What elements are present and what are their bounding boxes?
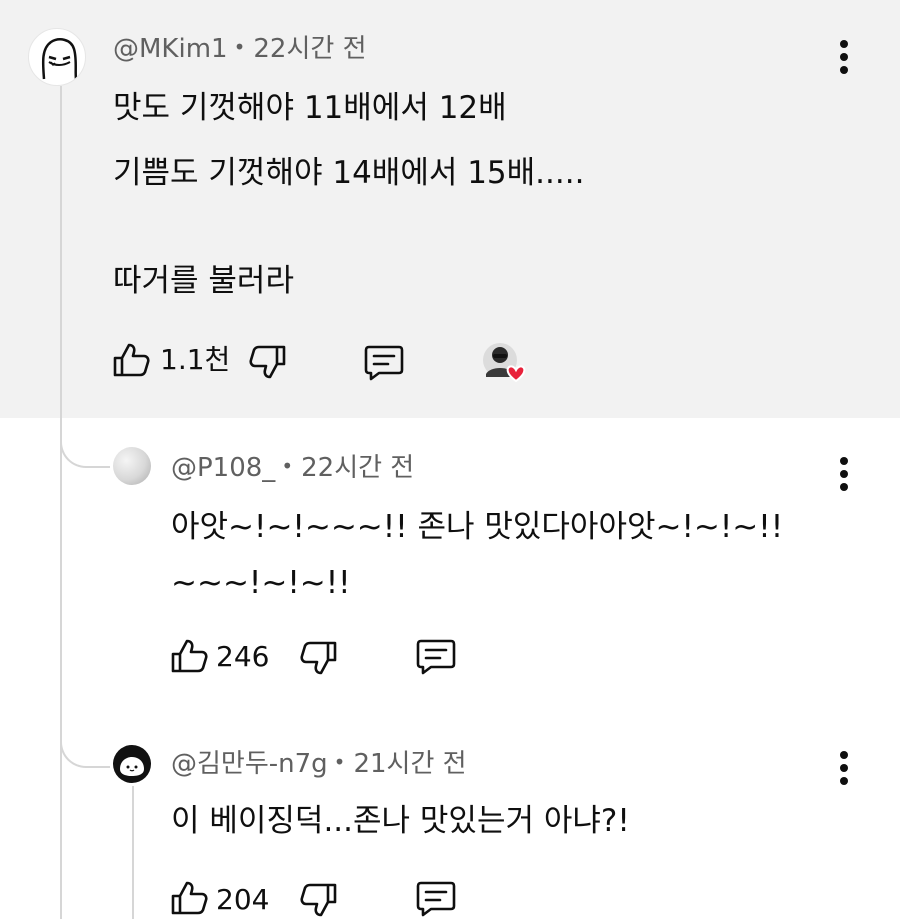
thumbs-down-icon[interactable] xyxy=(249,344,287,380)
reply-thread-line xyxy=(132,786,134,919)
author-name[interactable]: @P108_ xyxy=(171,453,275,483)
reply-text-line: 이 베이징덕...존나 맛있는거 아냐?! xyxy=(171,803,630,839)
reply-icon[interactable] xyxy=(415,880,457,918)
more-options-icon[interactable] xyxy=(834,40,854,76)
reply-meta: @P108_ • 22시간 전 xyxy=(171,455,414,481)
meta-separator: • xyxy=(233,35,246,59)
comment-meta: @MKim1 • 22시간 전 xyxy=(113,36,366,62)
thread-connector xyxy=(60,720,110,768)
thumbs-up-icon[interactable] xyxy=(112,342,150,378)
comment-text-line: 맛도 기껏해야 11배에서 12배 xyxy=(113,90,507,126)
thumbs-down-icon[interactable] xyxy=(300,640,338,676)
thread-line xyxy=(60,86,62,919)
timestamp[interactable]: 21시간 전 xyxy=(353,749,466,779)
more-options-icon[interactable] xyxy=(834,751,854,787)
reply-icon[interactable] xyxy=(415,638,457,676)
thumbs-up-icon[interactable] xyxy=(170,638,208,674)
avatar[interactable] xyxy=(28,28,86,86)
avatar[interactable] xyxy=(113,447,151,485)
like-count: 246 xyxy=(216,640,270,673)
thumbs-up-icon[interactable] xyxy=(170,880,208,916)
like-count: 1.1천 xyxy=(160,343,231,376)
meta-separator: • xyxy=(281,454,294,478)
thumbs-down-icon[interactable] xyxy=(300,882,338,918)
more-options-icon[interactable] xyxy=(834,457,854,493)
author-name[interactable]: @MKim1 xyxy=(113,34,228,64)
reply-icon[interactable] xyxy=(363,344,405,382)
meta-separator: • xyxy=(333,750,346,774)
comment-text-line: 따거를 불러라 xyxy=(113,263,294,299)
creator-heart-icon xyxy=(482,342,530,386)
like-count: 204 xyxy=(216,883,270,916)
avatar[interactable] xyxy=(113,745,151,783)
reply-text-line: ~~~!~!~!! xyxy=(171,565,351,601)
comment-text-line: 기쁨도 기껏해야 14배에서 15배..... xyxy=(113,155,585,191)
timestamp[interactable]: 22시간 전 xyxy=(301,453,414,483)
thread-connector xyxy=(60,420,110,468)
timestamp[interactable]: 22시간 전 xyxy=(253,34,366,64)
reply-meta: @김만두-n7g • 21시간 전 xyxy=(171,751,467,777)
reply-text-line: 아앗~!~!~~~!! 존나 맛있다아아앗~!~!~!! xyxy=(171,509,784,545)
author-name[interactable]: @김만두-n7g xyxy=(171,749,328,779)
